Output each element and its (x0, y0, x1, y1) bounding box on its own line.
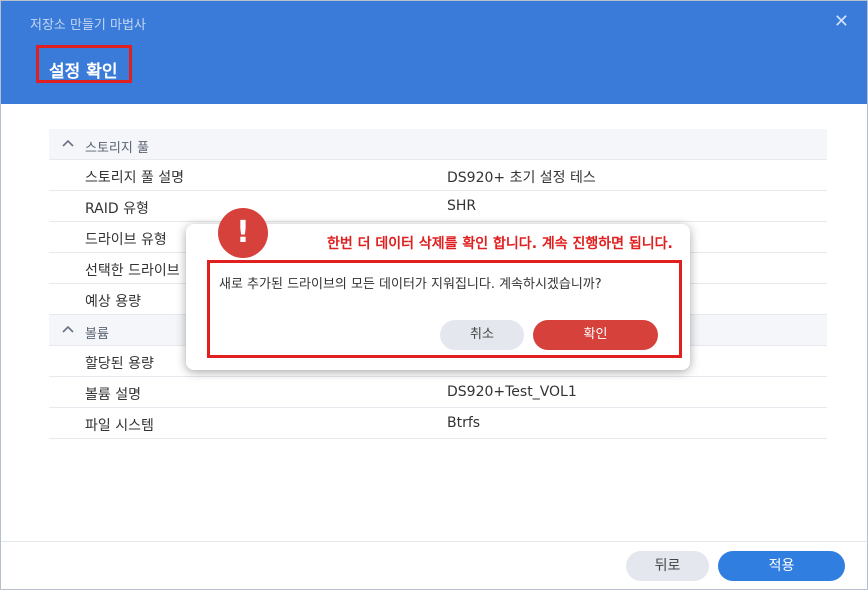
row-key: 스토리지 풀 설명 (85, 170, 185, 186)
row-value: DS920+ 초기 설정 테스 (447, 170, 596, 186)
exclamation-icon: ! (218, 208, 268, 258)
row-key: 선택한 드라이브 (85, 263, 180, 279)
row-value: SHR (447, 198, 477, 214)
table-row: 파일 시스템 Btrfs (49, 408, 827, 439)
table-row: RAID 유형 SHR (49, 191, 827, 222)
row-value: Btrfs (447, 415, 481, 431)
chevron-up-icon (62, 325, 74, 333)
dialog-message: 새로 추가된 드라이브의 모든 데이터가 지워집니다. 계속하시겠습니까? (219, 277, 602, 292)
row-value: DS920+Test_VOL1 (447, 384, 577, 400)
back-button[interactable]: 뒤로 (626, 551, 709, 581)
row-key: 파일 시스템 (85, 418, 154, 434)
apply-button[interactable]: 적용 (718, 551, 845, 581)
table-row: 볼륨 설명 DS920+Test_VOL1 (49, 377, 827, 408)
cancel-button[interactable]: 취소 (440, 320, 524, 350)
section-header-storage-pool[interactable]: 스토리지 풀 (49, 129, 827, 160)
step-title: 설정 확인 (49, 62, 118, 82)
row-key: 볼륨 설명 (85, 387, 141, 403)
row-key: 드라이브 유형 (85, 232, 167, 248)
section-title: 스토리지 풀 (85, 141, 149, 156)
row-key: RAID 유형 (85, 201, 149, 217)
footer-divider (1, 541, 867, 542)
wizard-header: 저장소 만들기 마법사 ✕ 설정 확인 (1, 1, 867, 104)
confirm-button[interactable]: 확인 (533, 320, 658, 350)
chevron-up-icon (62, 139, 74, 147)
row-key: 예상 용량 (85, 294, 141, 310)
table-row: 스토리지 풀 설명 DS920+ 초기 설정 테스 (49, 160, 827, 191)
section-title: 볼륨 (85, 327, 109, 342)
close-icon[interactable]: ✕ (834, 11, 849, 32)
row-key: 할당된 용량 (85, 356, 154, 372)
annotation-text: 한번 더 데이터 삭제를 확인 합니다. 계속 진행하면 됩니다. (327, 236, 673, 252)
wizard-title: 저장소 만들기 마법사 (30, 18, 146, 33)
